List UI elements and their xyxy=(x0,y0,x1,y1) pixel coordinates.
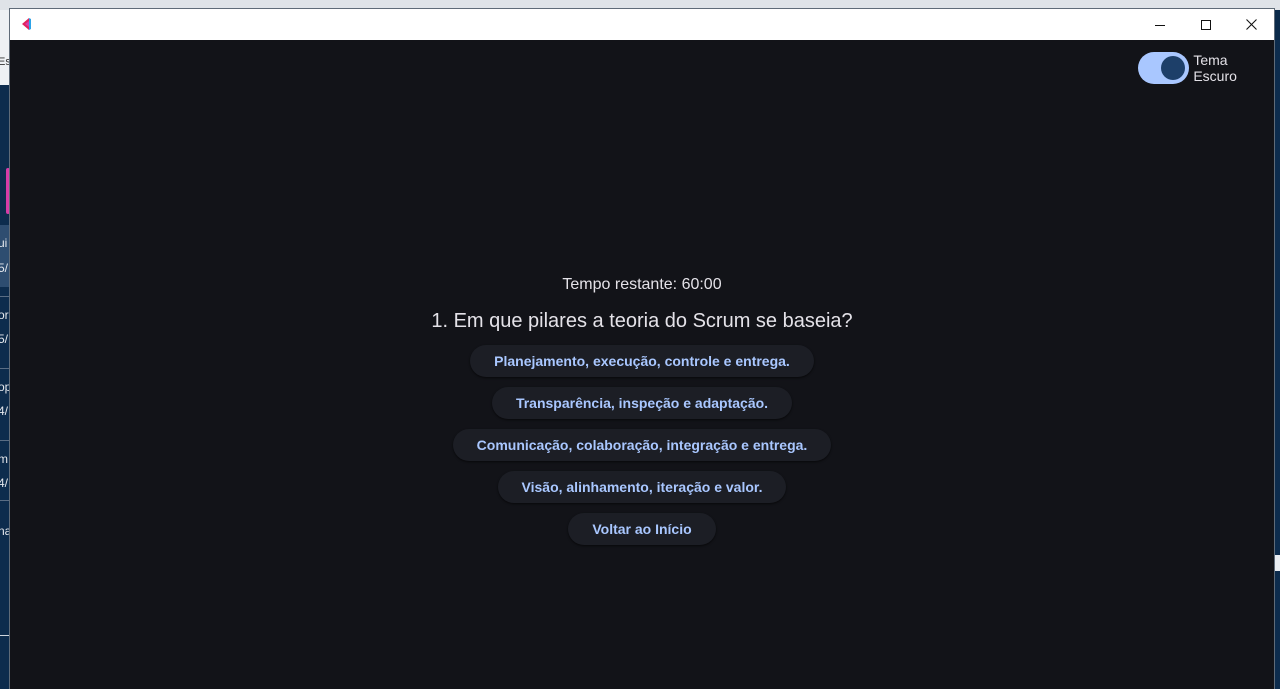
answer-options: Planejamento, execução, controle e entre… xyxy=(10,345,1274,555)
app-window: Tema Escuro Tempo restante: 60:00 1. Em … xyxy=(10,9,1274,689)
close-icon xyxy=(1245,19,1257,30)
title-bar[interactable] xyxy=(10,9,1274,40)
app-logo-icon xyxy=(20,17,34,31)
switch-knob xyxy=(1161,56,1186,80)
background-text-fragment: m xyxy=(0,452,8,466)
minimize-button[interactable] xyxy=(1137,9,1183,40)
background-text-fragment: Es xyxy=(0,56,10,68)
background-text-fragment: 4/ xyxy=(0,404,9,418)
answer-option-2[interactable]: Transparência, inspeção e adaptação. xyxy=(491,387,793,419)
background-scrollbar xyxy=(1274,555,1280,571)
maximize-icon xyxy=(1201,19,1211,30)
question-text: 1. Em que pilares a teoria do Scrum se b… xyxy=(431,310,853,332)
background-text-fragment: na xyxy=(0,524,10,538)
background-window-right xyxy=(1274,40,1280,689)
background-text-fragment: op xyxy=(0,380,10,394)
quiz-screen: Tema Escuro Tempo restante: 60:00 1. Em … xyxy=(10,40,1274,689)
theme-toggle: Tema Escuro xyxy=(1138,52,1274,84)
answer-option-1[interactable]: Planejamento, execução, controle e entre… xyxy=(470,345,814,377)
background-text-fragment: or xyxy=(0,308,9,322)
close-button[interactable] xyxy=(1228,9,1274,40)
background-text-fragment: 4/ xyxy=(0,476,9,490)
background-text-fragment: 5/ xyxy=(0,261,9,275)
timer-text: Tempo restante: 60:00 xyxy=(562,276,722,293)
dark-theme-label: Tema Escuro xyxy=(1193,52,1237,84)
dark-theme-switch[interactable] xyxy=(1138,52,1190,84)
background-window-left: Es ui 5/ or 5/ op 4/ m 4/ na xyxy=(0,10,10,689)
minimize-icon xyxy=(1155,24,1165,26)
answer-option-3[interactable]: Comunicação, colaboração, integração e e… xyxy=(452,429,832,461)
back-to-start-button[interactable]: Voltar ao Início xyxy=(568,513,716,545)
answer-option-4[interactable]: Visão, alinhamento, iteração e valor. xyxy=(497,471,787,503)
background-text-fragment: ui xyxy=(0,236,8,250)
background-text-fragment: 5/ xyxy=(0,332,9,346)
maximize-button[interactable] xyxy=(1183,9,1229,40)
